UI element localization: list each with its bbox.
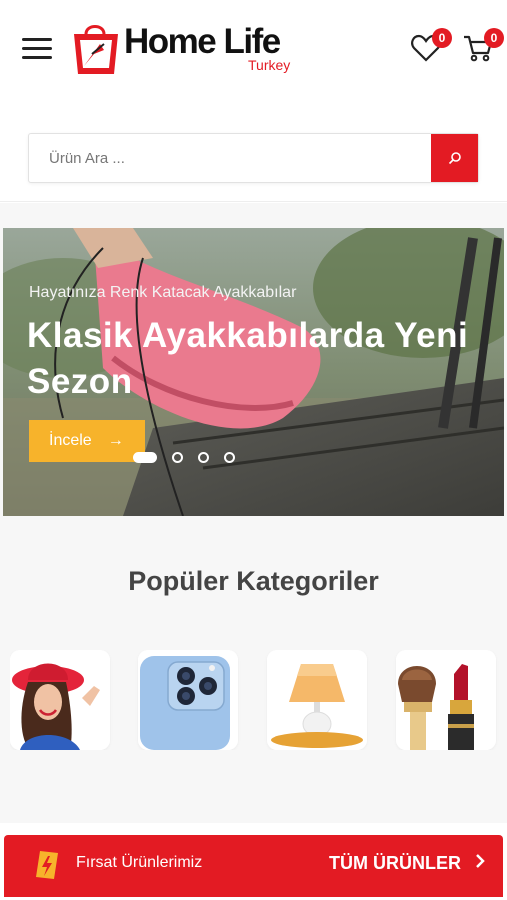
logo-subtitle: Turkey: [248, 57, 291, 73]
hero-cta-button[interactable]: İncele →: [29, 420, 145, 462]
search-icon: [448, 152, 461, 165]
categories-row: [10, 650, 507, 750]
arrow-right-icon: →: [107, 432, 124, 449]
all-products-link[interactable]: TÜM ÜRÜNLER: [329, 853, 485, 874]
category-card-lighting[interactable]: [267, 650, 367, 750]
makeup-brush-lipstick-icon: [396, 650, 496, 750]
deals-bar: Fırsat Ürünlerimiz TÜM ÜRÜNLER: [4, 835, 503, 897]
slider-dot-4[interactable]: [224, 452, 235, 463]
deals-label: Fırsat Ürünlerimiz: [76, 854, 203, 871]
logo-title: Home Life: [124, 22, 281, 61]
hamburger-menu-icon[interactable]: [22, 38, 52, 62]
lightning-bolt-icon: [36, 851, 58, 879]
cart-button[interactable]: 0: [462, 28, 504, 66]
woman-red-hat-icon: [10, 650, 110, 750]
all-products-label: TÜM ÜRÜNLER: [329, 853, 461, 873]
search-input[interactable]: [29, 134, 433, 182]
category-card-hats[interactable]: [10, 650, 110, 750]
slider-dot-3[interactable]: [198, 452, 209, 463]
search-button[interactable]: [431, 134, 478, 182]
hero-title: Klasik Ayakkabılarda Yeni Sezon: [27, 316, 469, 401]
search-bar: [28, 133, 479, 183]
header: Home Life Turkey 0 0: [0, 0, 507, 100]
wishlist-count-badge: 0: [432, 28, 452, 48]
slider-dots: [133, 452, 250, 463]
categories-title: Popüler Kategoriler: [128, 566, 379, 596]
search-section: [0, 100, 507, 202]
shopping-bag-logo-icon: [74, 25, 118, 74]
wishlist-button[interactable]: 0: [410, 28, 452, 66]
slider-dot-1[interactable]: [133, 452, 157, 463]
chevron-right-icon: [475, 853, 485, 874]
category-card-phones[interactable]: [138, 650, 238, 750]
logo[interactable]: Home Life Turkey: [70, 18, 310, 80]
slider-dot-2[interactable]: [172, 452, 183, 463]
category-card-cosmetics[interactable]: [396, 650, 496, 750]
cart-count-badge: 0: [484, 28, 504, 48]
hero-cta-label: İncele: [49, 432, 92, 449]
hero-slider[interactable]: Hayatınıza Renk Katacak Ayakkabılar Klas…: [3, 228, 504, 516]
hero-subtitle: Hayatınıza Renk Katacak Ayakkabılar: [29, 284, 297, 301]
blue-smartphone-icon: [138, 650, 238, 750]
table-lamp-icon: [267, 650, 367, 750]
